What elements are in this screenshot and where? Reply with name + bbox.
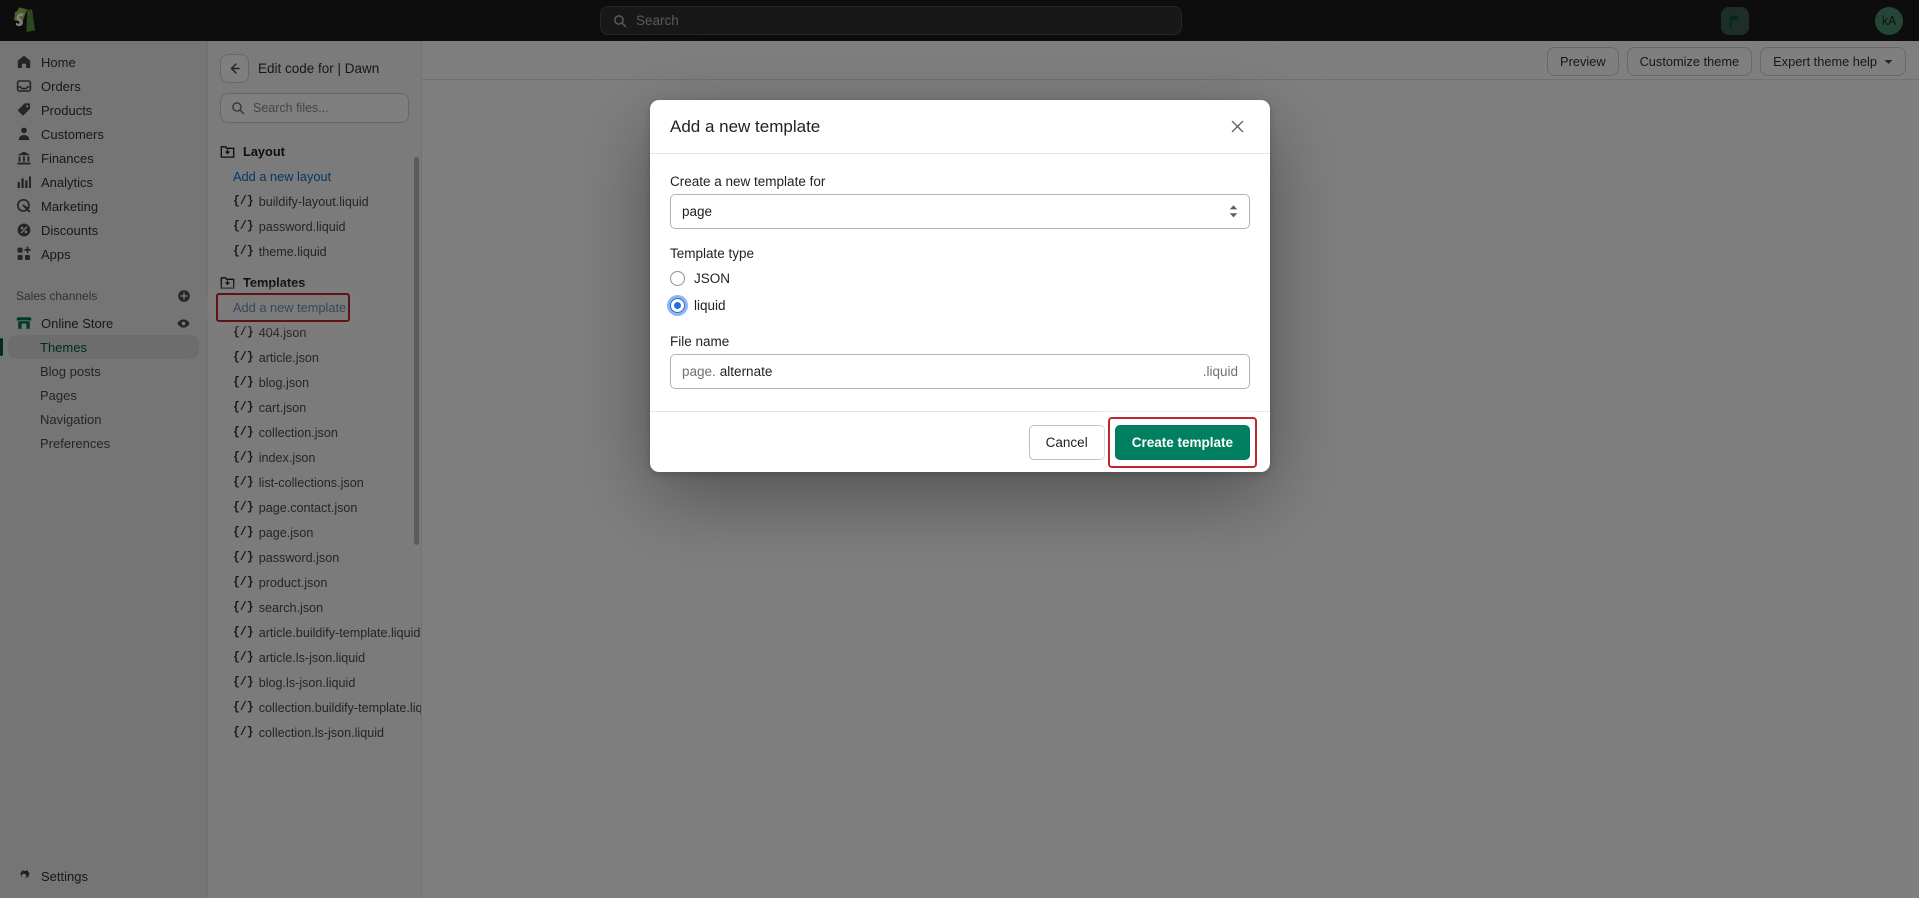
create-template-button[interactable]: Create template (1114, 424, 1250, 460)
caret-updown-icon (1229, 205, 1238, 218)
modal-body: Create a new template for page Template … (650, 154, 1270, 411)
file-name-placeholder: alternate (719, 364, 773, 379)
radio-liquid-icon[interactable] (670, 298, 685, 313)
radio-option-liquid[interactable]: liquid (670, 293, 1250, 318)
radio-json-icon[interactable] (670, 271, 685, 286)
create-template-button-label: Create template (1131, 434, 1233, 450)
modal-header: Add a new template (650, 100, 1270, 154)
cancel-button-label: Cancel (1045, 434, 1088, 450)
template-for-label: Create a new template for (670, 174, 826, 189)
template-for-select[interactable]: page (670, 194, 1250, 229)
radio-liquid-label: liquid (694, 298, 726, 313)
template-type-label: Template type (670, 246, 755, 261)
template-for-value: page (682, 204, 713, 219)
modal-footer: Cancel Create template (650, 411, 1270, 472)
file-name-label: File name (670, 334, 730, 349)
radio-json-label: JSON (694, 271, 731, 286)
file-name-input[interactable]: page. alternate .liquid (670, 354, 1250, 389)
cancel-button[interactable]: Cancel (1028, 424, 1105, 460)
close-icon[interactable] (1224, 114, 1250, 140)
file-name-suffix: .liquid (1202, 364, 1238, 379)
add-new-template-modal: Add a new template Create a new template… (650, 100, 1270, 472)
modal-title: Add a new template (670, 116, 821, 136)
create-template-button-wrap: Create template (1107, 416, 1257, 468)
radio-option-json[interactable]: JSON (670, 266, 1250, 291)
file-name-prefix: page. (682, 364, 716, 379)
